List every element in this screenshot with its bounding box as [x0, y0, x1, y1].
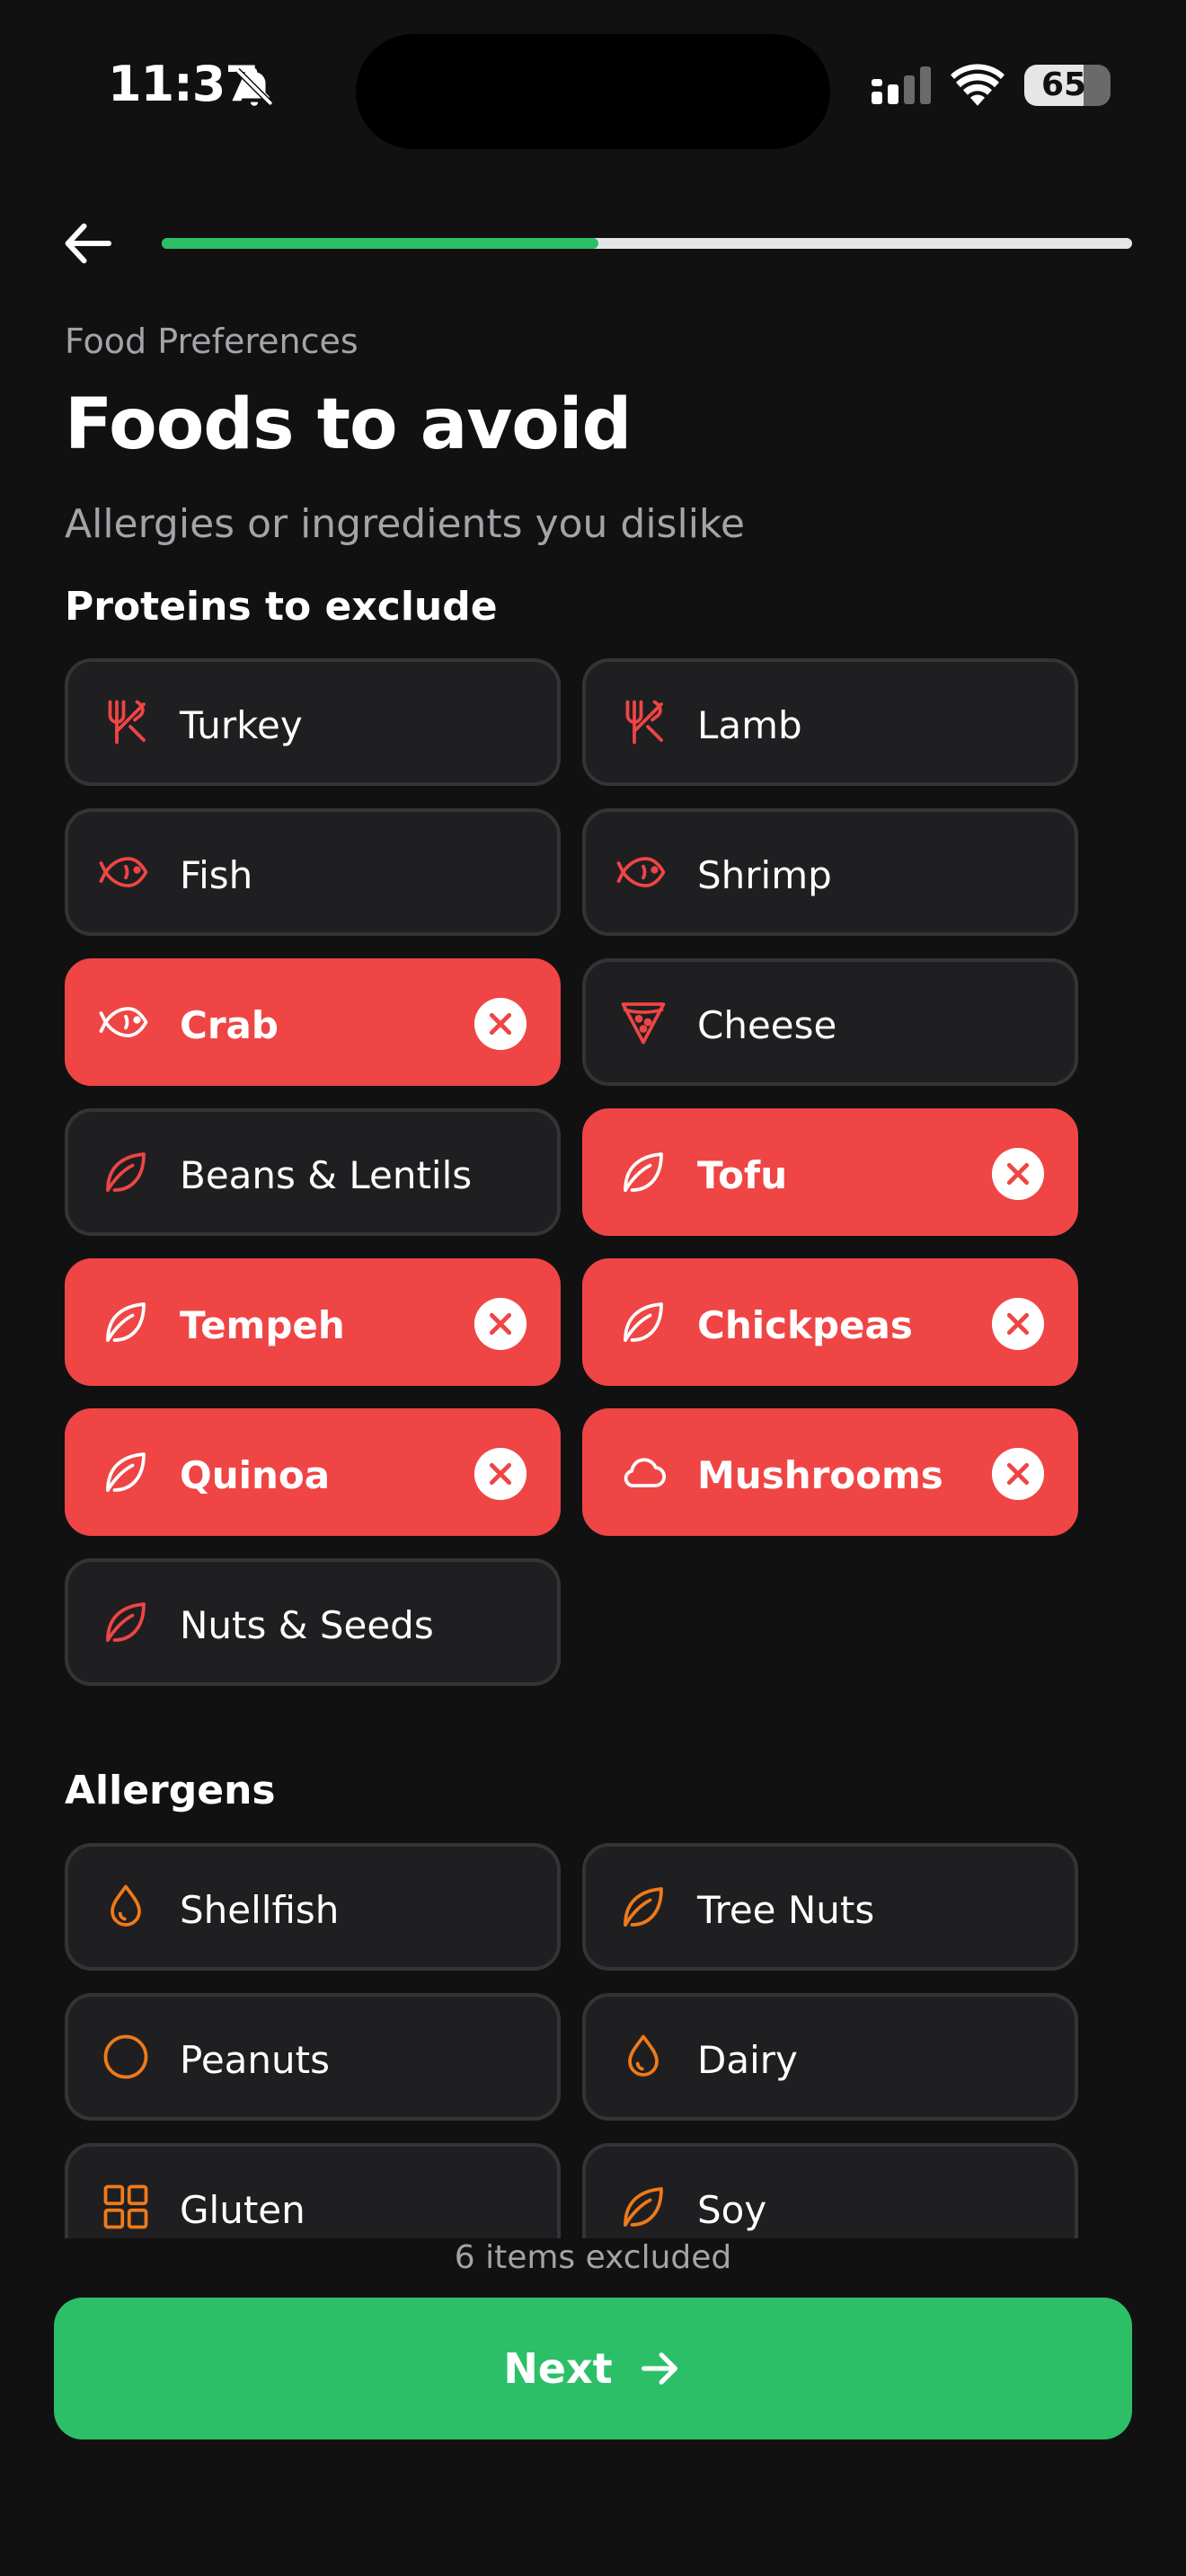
fish-icon — [99, 1007, 148, 1037]
circle-icon — [103, 2034, 148, 2079]
remove-x-icon[interactable] — [474, 1298, 527, 1350]
page-title: Foods to avoid — [65, 384, 632, 465]
chip-label: Gluten — [180, 2188, 305, 2232]
chip-label: Tofu — [697, 1153, 788, 1197]
leaf-icon — [624, 1302, 663, 1342]
chip-label: Soy — [697, 2188, 767, 2232]
onboarding-progress-bar — [162, 238, 1132, 249]
leaf-icon — [624, 1152, 663, 1192]
chip-label: Beans & Lentils — [180, 1153, 473, 1197]
chip-label: Shrimp — [697, 853, 832, 897]
chip-peanuts[interactable]: Peanuts — [65, 1993, 561, 2121]
chip-label: Nuts & Seeds — [180, 1603, 434, 1647]
chip-label: Lamb — [697, 703, 802, 747]
progress-fill — [162, 238, 598, 249]
remove-x-icon[interactable] — [474, 998, 527, 1050]
chip-chickpeas[interactable]: Chickpeas — [582, 1258, 1078, 1386]
status-bar: 11:37 65 — [0, 0, 1186, 180]
leaf-icon — [624, 2187, 663, 2227]
battery-indicator: 65 — [1024, 65, 1111, 106]
leaf-icon — [624, 1887, 663, 1927]
pizza-icon — [621, 1002, 666, 1045]
battery-tip — [1105, 78, 1111, 93]
utensils-icon — [108, 700, 146, 745]
battery-level: 65 — [1040, 66, 1087, 103]
chip-label: Tempeh — [180, 1303, 345, 1347]
chip-beans-lentils[interactable]: Beans & Lentils — [65, 1108, 561, 1236]
chip-label: Crab — [180, 1003, 279, 1047]
chip-label: Turkey — [180, 703, 303, 747]
cloud-icon — [624, 1458, 666, 1487]
chip-tofu[interactable]: Tofu — [582, 1108, 1078, 1236]
droplet-icon — [628, 2034, 659, 2077]
options-scroll-area[interactable]: Proteins to exclude Turkey Lamb Fish Shrimp… — [0, 575, 1186, 2238]
page-subtitle: Allergies or ingredients you dislike — [65, 501, 745, 547]
chip-dairy[interactable]: Dairy — [582, 1993, 1078, 2121]
allergens-section-title: Allergens — [65, 1768, 276, 1813]
cellular-signal-icon — [872, 66, 931, 104]
chip-fish[interactable]: Fish — [65, 808, 561, 936]
arrow-right-icon — [641, 2352, 677, 2385]
chip-label: Dairy — [697, 2038, 798, 2082]
leaf-icon — [106, 1602, 146, 1642]
chip-shrimp[interactable]: Shrimp — [582, 808, 1078, 936]
wifi-icon — [951, 64, 1005, 106]
leaf-icon — [106, 1152, 146, 1192]
back-arrow-icon[interactable] — [59, 214, 119, 273]
dynamic-island — [356, 34, 830, 149]
remove-x-icon[interactable] — [992, 1298, 1044, 1350]
leaf-icon — [106, 1452, 146, 1492]
chip-tree-nuts[interactable]: Tree Nuts — [582, 1843, 1078, 1971]
chip-mushrooms[interactable]: Mushrooms — [582, 1408, 1078, 1536]
chip-label: Peanuts — [180, 2038, 330, 2082]
grid-icon — [103, 2184, 148, 2229]
bell-slash-icon — [235, 67, 274, 107]
chip-turkey[interactable]: Turkey — [65, 658, 561, 786]
chip-label: Quinoa — [180, 1453, 331, 1497]
chip-nuts-seeds[interactable]: Nuts & Seeds — [65, 1558, 561, 1686]
excluded-count-text: 6 items excluded — [454, 2239, 732, 2276]
fish-icon — [99, 857, 148, 887]
chip-label: Chickpeas — [697, 1303, 913, 1347]
chip-label: Tree Nuts — [697, 1888, 875, 1932]
utensils-icon — [625, 700, 663, 745]
chip-tempeh[interactable]: Tempeh — [65, 1258, 561, 1386]
remove-x-icon[interactable] — [992, 1148, 1044, 1200]
fish-icon — [616, 857, 666, 887]
chip-quinoa[interactable]: Quinoa — [65, 1408, 561, 1536]
remove-x-icon[interactable] — [992, 1448, 1044, 1500]
chip-label: Shellfish — [180, 1888, 340, 1932]
step-eyebrow: Food Preferences — [65, 322, 358, 361]
chip-soy[interactable]: Soy — [582, 2143, 1078, 2238]
next-button-label: Next — [503, 2344, 613, 2393]
droplet-icon — [111, 1884, 141, 1927]
chip-shellfish[interactable]: Shellfish — [65, 1843, 561, 1971]
remove-x-icon[interactable] — [474, 1448, 527, 1500]
chip-lamb[interactable]: Lamb — [582, 658, 1078, 786]
chip-label: Mushrooms — [697, 1453, 943, 1497]
chip-gluten[interactable]: Gluten — [65, 2143, 561, 2238]
next-button[interactable]: Next — [54, 2298, 1132, 2439]
leaf-icon — [106, 1302, 146, 1342]
chip-label: Fish — [180, 853, 253, 897]
chip-label: Cheese — [697, 1003, 837, 1047]
chip-crab[interactable]: Crab — [65, 958, 561, 1086]
chip-cheese[interactable]: Cheese — [582, 958, 1078, 1086]
proteins-section-title: Proteins to exclude — [65, 584, 498, 630]
